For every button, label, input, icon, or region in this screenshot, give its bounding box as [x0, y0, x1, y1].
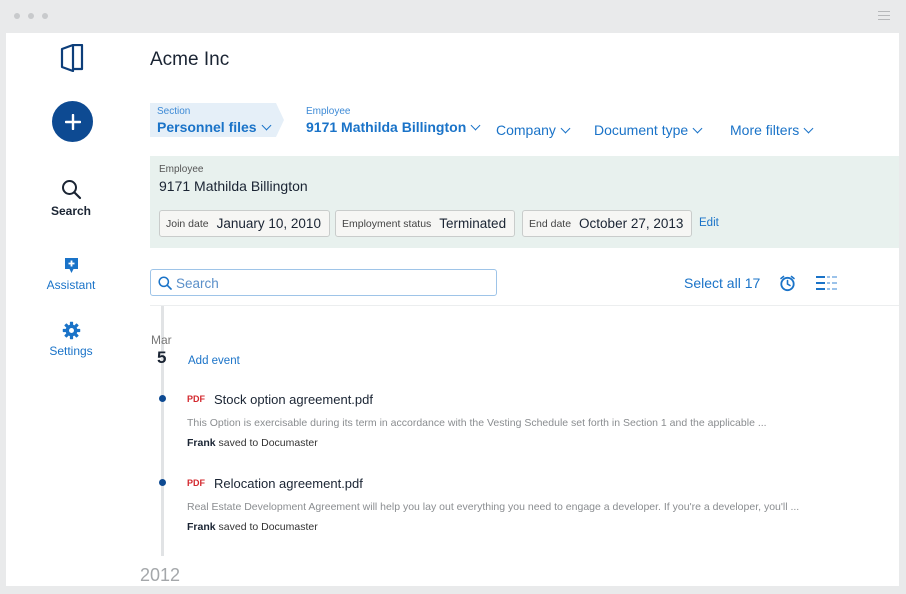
section-filter-value: Personnel files: [157, 119, 257, 135]
sidebar-item-assistant[interactable]: Assistant: [31, 257, 111, 292]
document-type-filter[interactable]: Document type: [594, 120, 703, 138]
window-control-dot[interactable]: [14, 13, 20, 19]
field-value: October 27, 2013: [579, 216, 684, 231]
chevron-down-icon: [692, 123, 703, 134]
window-control-dot[interactable]: [28, 13, 34, 19]
employee-filter-label: Employee: [306, 106, 351, 117]
field-value: Terminated: [439, 216, 507, 231]
field-label: Employment status: [342, 217, 432, 230]
document-excerpt: This Option is exercisable during its te…: [187, 417, 767, 429]
window-titlebar: [0, 0, 906, 33]
gear-icon: [62, 321, 80, 340]
document-type-filter-value: Document type: [594, 122, 689, 138]
section-filter[interactable]: Section Personnel files: [150, 103, 284, 137]
activity-user: Frank: [187, 521, 216, 533]
employment-status-field: Employment status Terminated: [335, 210, 516, 237]
timeline-day: 5: [157, 348, 167, 367]
create-new-button[interactable]: [52, 101, 93, 142]
divider: [150, 305, 899, 306]
search-icon: [158, 276, 172, 290]
employee-filter[interactable]: Employee 9171 Mathilda Billington: [306, 106, 481, 135]
employee-filter-value: 9171 Mathilda Billington: [306, 119, 467, 135]
app-window: Search Assistant Settings Acme Inc Secti…: [6, 33, 899, 586]
timeline-dot: [159, 479, 166, 486]
plus-icon: [64, 113, 81, 130]
chevron-down-icon: [261, 120, 272, 131]
sidebar-item-label: Assistant: [46, 278, 96, 292]
field-label: Join date: [166, 217, 209, 230]
field-value: January 10, 2010: [216, 216, 321, 231]
document-activity: Frank saved to Documaster: [187, 521, 807, 533]
search-input[interactable]: Search: [150, 269, 497, 296]
document-activity: Frank saved to Documaster: [187, 437, 807, 449]
edit-link[interactable]: Edit: [699, 217, 719, 229]
window-control-dot[interactable]: [42, 13, 48, 19]
select-all-button[interactable]: Select all 17: [684, 275, 760, 291]
hamburger-menu-icon[interactable]: [878, 11, 890, 21]
clock-icon[interactable]: [779, 275, 796, 292]
page-title: Acme Inc: [150, 49, 230, 70]
timeline-month: Mar: [151, 333, 172, 347]
more-filters-label: More filters: [730, 122, 800, 138]
employee-panel: Employee 9171 Mathilda Billington Join d…: [150, 156, 899, 248]
search-placeholder: Search: [176, 276, 219, 291]
document-item[interactable]: PDF Relocation agreement.pdf Real Estate …: [187, 475, 807, 533]
search-icon: [61, 180, 81, 200]
sidebar-item-settings[interactable]: Settings: [31, 321, 111, 358]
activity-user: Frank: [187, 437, 216, 449]
document-excerpt: Real Estate Development Agreement will h…: [187, 501, 800, 513]
timeline-year: 2012: [140, 565, 181, 585]
employee-panel-label: Employee: [159, 164, 204, 175]
company-filter[interactable]: Company: [496, 120, 571, 138]
sidebar-item-label: Search: [50, 204, 92, 218]
company-filter-value: Company: [496, 122, 556, 138]
sidebar-item-search[interactable]: Search: [31, 179, 111, 218]
app-logo-icon: [60, 44, 84, 72]
join-date-field: Join date January 10, 2010: [159, 210, 330, 237]
document-item[interactable]: PDF Stock option agreement.pdf This Optio…: [187, 391, 807, 449]
more-filters-button[interactable]: More filters: [730, 120, 814, 138]
assistant-icon: [64, 258, 78, 273]
document-name[interactable]: Relocation agreement.pdf: [214, 476, 363, 491]
section-filter-label: Section: [157, 106, 191, 117]
timeline-dot: [159, 395, 166, 402]
chevron-down-icon: [560, 123, 571, 134]
chevron-down-icon: [803, 123, 814, 134]
document-name[interactable]: Stock option agreement.pdf: [214, 392, 373, 407]
activity-text: saved to Documaster: [218, 521, 318, 533]
activity-text: saved to Documaster: [218, 437, 318, 449]
pdf-icon: PDF: [187, 394, 205, 404]
end-date-field: End date October 27, 2013: [522, 210, 693, 237]
sidebar-item-label: Settings: [49, 344, 93, 358]
chevron-down-icon: [470, 120, 481, 131]
pdf-icon: PDF: [187, 478, 205, 488]
employee-name: 9171 Mathilda Billington: [159, 178, 308, 194]
field-label: End date: [529, 217, 572, 230]
add-event-link[interactable]: Add event: [188, 355, 240, 367]
list-view-icon[interactable]: [816, 276, 837, 290]
